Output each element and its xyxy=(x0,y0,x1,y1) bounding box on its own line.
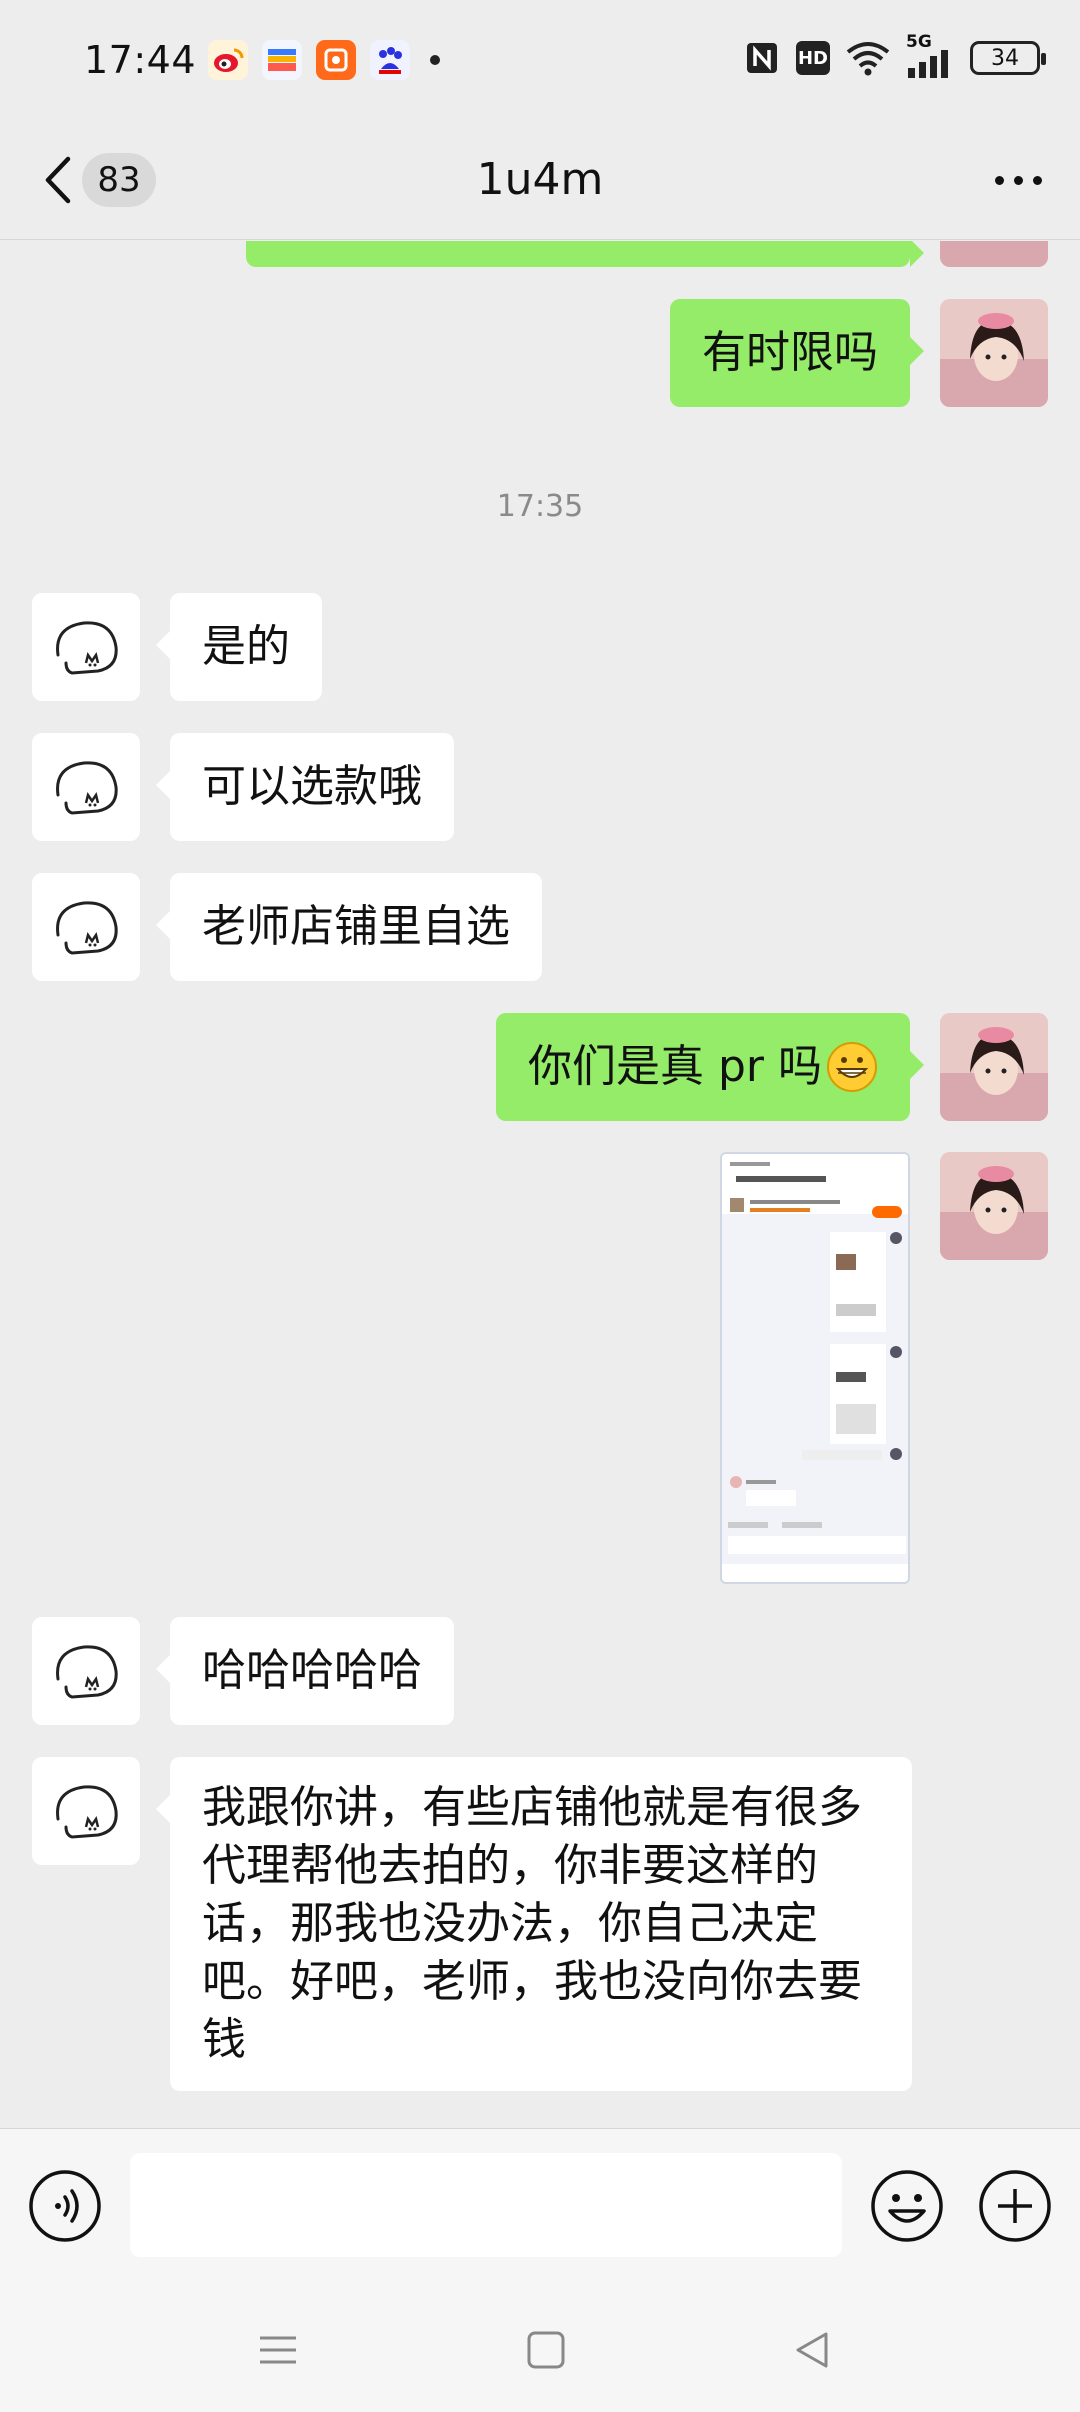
more-dot-icon xyxy=(1013,175,1023,185)
contact-avatar[interactable] xyxy=(32,733,140,841)
image-message[interactable] xyxy=(720,1152,910,1584)
cat-avatar-icon xyxy=(56,1645,118,1699)
notification-icons xyxy=(208,40,440,80)
app-icon xyxy=(316,40,356,80)
self-avatar[interactable] xyxy=(940,299,1048,407)
emoji-icon xyxy=(871,2170,943,2242)
home-icon xyxy=(527,2331,565,2369)
message-list[interactable]: 有时限吗 17:35 是的 可以选款哦 老师店铺里自选 你们是真 pr 吗 哈哈… xyxy=(0,241,1080,2128)
status-time: 17:44 xyxy=(84,38,197,82)
message-text: 你们是真 pr 吗 xyxy=(528,1041,822,1092)
message-bubble[interactable]: 哈哈哈哈哈 xyxy=(156,1617,454,1725)
self-avatar[interactable] xyxy=(940,1152,1048,1260)
status-bar: 17:44 HD 5G 34 xyxy=(0,0,1080,120)
contact-avatar[interactable] xyxy=(32,873,140,981)
message-bubble[interactable]: 你们是真 pr 吗 xyxy=(496,1013,924,1121)
weibo-icon xyxy=(208,40,248,80)
more-dot-icon xyxy=(1032,175,1042,185)
message-bubble[interactable]: 我跟你讲，有些店铺他就是有很多代理帮他去拍的，你非要这样的话，那我也没办法，你自… xyxy=(156,1757,912,2091)
message-timestamp: 17:35 xyxy=(496,489,584,524)
wallet-icon xyxy=(262,40,302,80)
self-avatar[interactable] xyxy=(940,1013,1048,1121)
self-avatar[interactable] xyxy=(940,241,1048,267)
cat-avatar-icon xyxy=(56,901,118,955)
message-input[interactable] xyxy=(130,2153,842,2257)
contact-avatar[interactable] xyxy=(32,1757,140,1865)
cat-avatar-icon xyxy=(56,621,118,675)
emoji-button[interactable] xyxy=(870,2169,944,2243)
contact-avatar[interactable] xyxy=(32,593,140,701)
contact-avatar[interactable] xyxy=(32,1617,140,1725)
back-triangle-icon xyxy=(796,2332,828,2368)
baidu-icon xyxy=(370,40,410,80)
message-bubble[interactable]: 可以选款哦 xyxy=(156,733,454,841)
more-functions-button[interactable] xyxy=(978,2169,1052,2243)
more-options-button[interactable] xyxy=(990,168,1046,192)
plus-icon xyxy=(979,2170,1051,2242)
input-bar xyxy=(0,2128,1080,2278)
system-navigation-bar xyxy=(0,2278,1080,2412)
battery-level: 34 xyxy=(991,45,1019,71)
message-bubble-partial[interactable] xyxy=(246,241,924,267)
chat-title: 1u4m xyxy=(476,154,604,205)
message-bubble[interactable]: 有时限吗 xyxy=(670,299,924,407)
cat-avatar-icon xyxy=(56,761,118,815)
chat-header: 83 1u4m xyxy=(0,120,1080,240)
back-nav-button[interactable] xyxy=(782,2320,842,2380)
battery-icon: 34 xyxy=(970,41,1046,75)
voice-input-button[interactable] xyxy=(28,2169,102,2243)
more-notifications-icon xyxy=(430,55,440,65)
menu-icon xyxy=(260,2336,296,2364)
nfc-icon xyxy=(747,43,777,73)
system-icons: HD 5G 34 xyxy=(744,32,1046,78)
hd-icon: HD xyxy=(796,41,830,75)
message-bubble[interactable]: 老师店铺里自选 xyxy=(156,873,542,981)
home-button[interactable] xyxy=(516,2320,576,2380)
signal-5g-icon: 5G xyxy=(906,32,954,78)
more-dot-icon xyxy=(994,175,1004,185)
voice-icon xyxy=(29,2170,101,2242)
message-bubble[interactable]: 是的 xyxy=(156,593,322,701)
menu-button[interactable] xyxy=(248,2320,308,2380)
wifi-icon xyxy=(846,42,890,76)
grinning-emoji-icon xyxy=(827,1042,877,1092)
cat-avatar-icon xyxy=(56,1785,118,1839)
